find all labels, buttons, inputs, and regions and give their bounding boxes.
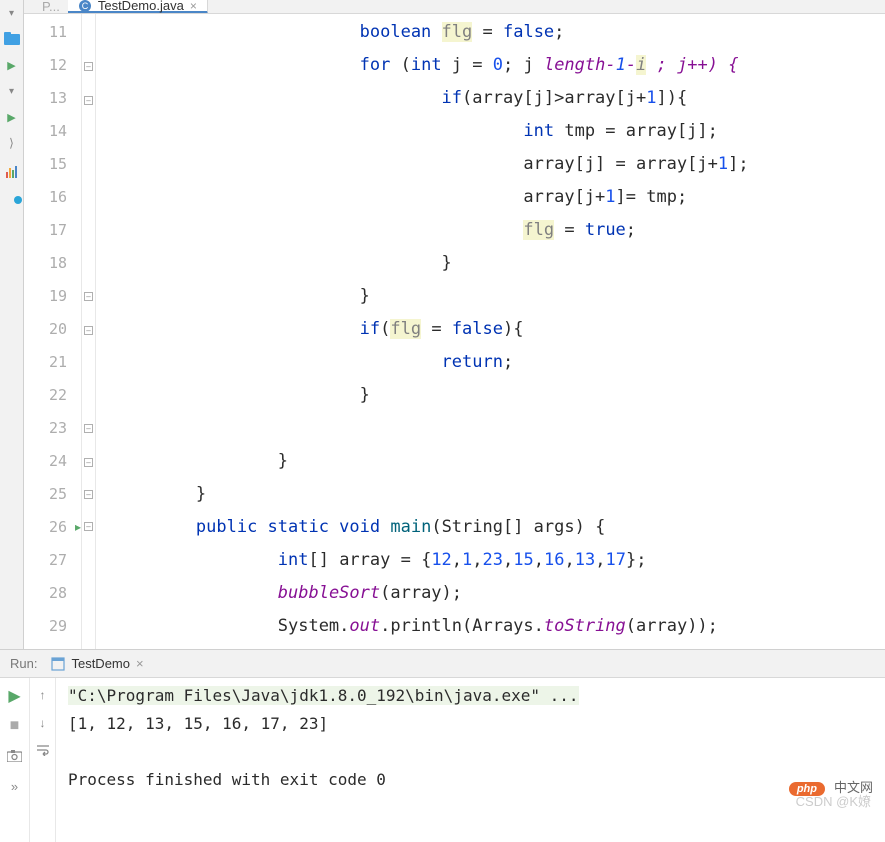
editor-tab-bar: P... C TestDemo.java × (24, 0, 885, 14)
watermark-csdn: CSDN @K嫽 (796, 791, 871, 810)
java-class-icon: C (78, 0, 92, 13)
line-number-gutter: 11121314151617181920212223242526▶2728293… (24, 14, 82, 649)
run-label: Run: (10, 656, 37, 671)
console-output[interactable]: "C:\Program Files\Java\jdk1.8.0_192\bin\… (56, 678, 885, 842)
soft-wrap-icon[interactable] (36, 744, 50, 759)
code-content[interactable]: boolean flg = false; for (int j = 0; j l… (96, 14, 885, 649)
run-panel: Run: TestDemo × ▶ ■ » ↑ ↓ "C:\Program Fi… (0, 650, 885, 842)
tab-collapsed[interactable]: P... (34, 0, 68, 13)
fold-column[interactable]: –––––––– (82, 14, 96, 649)
run-toolbar: ▶ ■ » (0, 678, 30, 842)
rerun-button[interactable]: ▶ (7, 688, 23, 704)
close-icon[interactable]: × (136, 656, 144, 671)
folder-icon[interactable] (3, 30, 21, 48)
run-icon-2[interactable]: ▶ (3, 108, 21, 126)
run-icon[interactable]: ▶ (3, 56, 21, 74)
run-config-tab[interactable]: TestDemo × (51, 656, 143, 671)
application-icon (51, 657, 65, 671)
code-editor[interactable]: 11121314151617181920212223242526▶2728293… (24, 14, 885, 649)
tab-filename: TestDemo.java (98, 0, 184, 13)
close-icon[interactable]: × (190, 0, 197, 13)
run-config-name: TestDemo (71, 656, 130, 671)
chevron-right-icon[interactable]: ⟩ (3, 134, 21, 152)
console-nav: ↑ ↓ (30, 678, 56, 842)
run-panel-header: Run: TestDemo × (0, 650, 885, 678)
scheduled-icon[interactable] (4, 186, 20, 202)
svg-text:C: C (82, 1, 89, 11)
more-icon[interactable]: » (7, 778, 23, 794)
editor-tab-active[interactable]: C TestDemo.java × (68, 0, 208, 14)
stop-button[interactable]: ■ (7, 718, 23, 734)
left-toolbar: ▾ ▶ ▾ ▶ ⟩ (0, 0, 24, 649)
collapse-icon-2[interactable]: ▾ (3, 82, 21, 100)
statistics-icon[interactable] (3, 160, 21, 178)
camera-icon[interactable] (7, 748, 23, 764)
collapse-icon[interactable]: ▾ (3, 4, 21, 22)
scroll-down-icon[interactable]: ↓ (40, 716, 46, 730)
scroll-up-icon[interactable]: ↑ (40, 688, 46, 702)
